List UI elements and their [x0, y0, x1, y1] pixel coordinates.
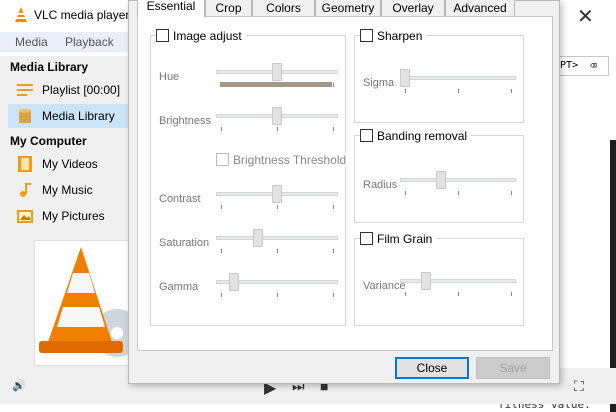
- slider-tick: [458, 89, 459, 93]
- slider-tick: [333, 293, 334, 297]
- sidebar-item-my-music[interactable]: My Music: [8, 178, 132, 202]
- radius-slider[interactable]: [400, 171, 516, 195]
- library-icon: [19, 109, 31, 123]
- menu-bar: Media Playback: [0, 32, 140, 52]
- close-window-icon[interactable]: ✕: [577, 4, 594, 29]
- hue-gradient-bar: [220, 82, 332, 87]
- vlc-cone-icon: [15, 7, 27, 22]
- slider-thumb[interactable]: [229, 273, 239, 291]
- menu-playback[interactable]: Playback: [65, 35, 114, 49]
- sidebar-item-label: My Music: [42, 183, 93, 197]
- window-title: VLC media player: [34, 8, 130, 22]
- tab-colors[interactable]: Colors: [252, 0, 315, 17]
- slider-tick: [333, 249, 334, 253]
- checkbox-label: Sharpen: [377, 29, 423, 43]
- save-button[interactable]: Save: [476, 357, 550, 379]
- volume-icon[interactable]: 🔊: [12, 379, 26, 392]
- contrast-slider[interactable]: [216, 185, 338, 209]
- sidebar-item-my-videos[interactable]: My Videos: [8, 152, 132, 176]
- sidebar-item-playlist[interactable]: Playlist [00:00]: [8, 78, 132, 102]
- checkbox-box[interactable]: [360, 129, 373, 142]
- slider-tick: [405, 89, 406, 93]
- gamma-slider[interactable]: [216, 273, 338, 297]
- slider-tick: [333, 83, 334, 87]
- slider-tick: [221, 249, 222, 253]
- slider-tick: [221, 205, 222, 209]
- brightness-slider[interactable]: [216, 107, 338, 131]
- checkbox-box[interactable]: [156, 29, 169, 42]
- slider-tick: [405, 191, 406, 195]
- sidebar-item-media-library[interactable]: Media Library: [8, 104, 132, 128]
- sidebar-item-label: My Pictures: [42, 209, 105, 223]
- banding-removal-checkbox[interactable]: Banding removal: [360, 129, 472, 143]
- picture-icon: [17, 210, 33, 223]
- slider-tick: [511, 191, 512, 195]
- sidebar-item-label: Playlist [00:00]: [42, 83, 121, 97]
- hue-slider[interactable]: [216, 63, 338, 87]
- slider-tick: [333, 205, 334, 209]
- slider-thumb[interactable]: [272, 107, 282, 125]
- slider-thumb[interactable]: [272, 63, 282, 81]
- slider-tick: [511, 292, 512, 296]
- sidebar-item-label: Media Library: [42, 109, 115, 123]
- slider-tick: [277, 249, 278, 253]
- clear-search-icon[interactable]: ⌫: [590, 59, 597, 72]
- close-button[interactable]: Close: [395, 357, 469, 379]
- film-icon: [18, 156, 32, 172]
- slider-thumb[interactable]: [421, 272, 431, 290]
- slider-thumb[interactable]: [400, 69, 410, 87]
- vlc-cone-art-icon: [39, 247, 141, 357]
- checkbox-box[interactable]: [360, 29, 373, 42]
- saturation-slider[interactable]: [216, 229, 338, 253]
- slider-tick: [221, 293, 222, 297]
- sidebar-item-my-pictures[interactable]: My Pictures: [8, 204, 132, 228]
- sigma-label: Sigma: [363, 77, 395, 89]
- variance-slider[interactable]: [400, 272, 516, 296]
- tab-geometry[interactable]: Geometry: [315, 0, 381, 17]
- radius-label: Radius: [363, 179, 398, 191]
- slider-thumb[interactable]: [253, 229, 263, 247]
- slider-tick: [277, 205, 278, 209]
- hue-label: Hue: [159, 71, 180, 83]
- checkbox-box[interactable]: [216, 153, 229, 166]
- sharpen-checkbox[interactable]: Sharpen: [360, 29, 427, 43]
- saturation-label: Saturation: [159, 237, 210, 249]
- menu-media[interactable]: Media: [15, 35, 48, 49]
- image-adjust-checkbox[interactable]: Image adjust: [156, 29, 246, 43]
- slider-tick: [458, 292, 459, 296]
- sidebar-item-label: My Videos: [42, 157, 98, 171]
- music-note-icon: [20, 183, 31, 197]
- tab-essential[interactable]: Essential: [137, 0, 205, 17]
- slider-tick: [511, 89, 512, 93]
- tab-crop[interactable]: Crop: [205, 0, 252, 17]
- slider-thumb[interactable]: [272, 185, 282, 203]
- slider-thumb[interactable]: [436, 171, 446, 189]
- slider-tick: [277, 127, 278, 131]
- effects-dialog: Essential Crop Colors Geometry Overlay A…: [128, 0, 560, 384]
- contrast-label: Contrast: [159, 193, 201, 205]
- slider-tick: [458, 191, 459, 195]
- album-art-placeholder: [34, 240, 141, 366]
- slider-tick: [405, 292, 406, 296]
- checkbox-box[interactable]: [360, 232, 373, 245]
- gamma-label: Gamma: [159, 281, 199, 293]
- tab-overlay[interactable]: Overlay: [381, 0, 445, 17]
- my-computer-heading: My Computer: [10, 134, 87, 148]
- film-grain-checkbox[interactable]: Film Grain: [360, 232, 437, 246]
- checkbox-label: Film Grain: [377, 232, 433, 246]
- slider-tick: [277, 293, 278, 297]
- slider-tick: [221, 127, 222, 131]
- brightness-label: Brightness: [159, 115, 211, 127]
- sigma-slider[interactable]: [400, 69, 516, 93]
- checkbox-label: Brightness Threshold: [233, 153, 347, 167]
- tab-advanced[interactable]: Advanced: [445, 0, 515, 17]
- slider-tick: [333, 127, 334, 131]
- essential-panel: Image adjust Hue Brightness Brightness T…: [137, 16, 553, 351]
- brightness-threshold-checkbox[interactable]: Brightness Threshold: [216, 153, 351, 167]
- media-library-heading: Media Library: [10, 60, 89, 74]
- checkbox-label: Banding removal: [377, 129, 468, 143]
- fullscreen-icon[interactable]: ⛶: [574, 378, 584, 395]
- checkbox-label: Image adjust: [173, 29, 242, 43]
- playlist-icon: [17, 84, 33, 96]
